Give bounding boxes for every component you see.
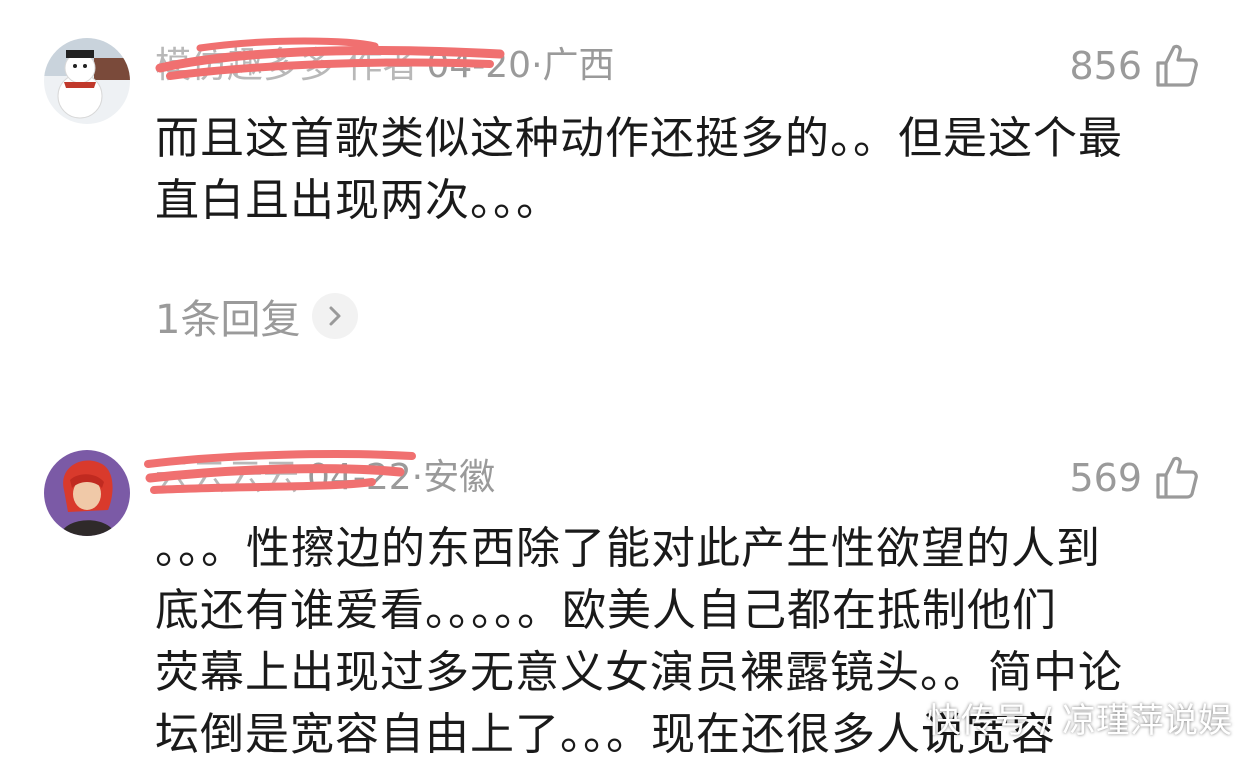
thumbs-up-icon bbox=[1156, 456, 1198, 499]
comment-meta: 云云云云 04-22·安徽 bbox=[155, 454, 495, 502]
user-avatar[interactable] bbox=[44, 450, 130, 536]
comment-location: 安徽 bbox=[423, 457, 496, 498]
comment-meta: 模仿趣多多 作者 04-20·广西 bbox=[155, 42, 615, 90]
chevron-right-icon bbox=[312, 293, 359, 339]
author-name[interactable]: 模仿趣多多 作者 bbox=[155, 42, 418, 90]
like-count: 569 bbox=[1069, 456, 1142, 500]
thumbs-up-icon bbox=[1156, 44, 1198, 87]
comment-location: 广西 bbox=[542, 45, 615, 86]
replies-link[interactable]: 1条回复 bbox=[155, 292, 359, 343]
like-control[interactable]: 569 bbox=[1069, 454, 1198, 502]
comment-text: 而且这首歌类似这种动作还挺多的。。但是这个最 直白且出现两次。。。 bbox=[155, 113, 1123, 226]
anime-character-avatar-icon bbox=[44, 450, 130, 536]
comment-date: 04-22 bbox=[307, 457, 412, 498]
watermark: 快传号 / 凉瑾萍说娱 bbox=[926, 701, 1232, 741]
replies-label: 1条回复 bbox=[155, 297, 301, 343]
like-control[interactable]: 856 bbox=[1069, 42, 1198, 90]
user-avatar[interactable] bbox=[44, 38, 130, 124]
author-name[interactable]: 云云云云 bbox=[155, 454, 299, 502]
snowman-avatar-icon bbox=[44, 38, 130, 124]
comment-date: 04-20 bbox=[426, 45, 532, 86]
like-count: 856 bbox=[1069, 44, 1142, 88]
